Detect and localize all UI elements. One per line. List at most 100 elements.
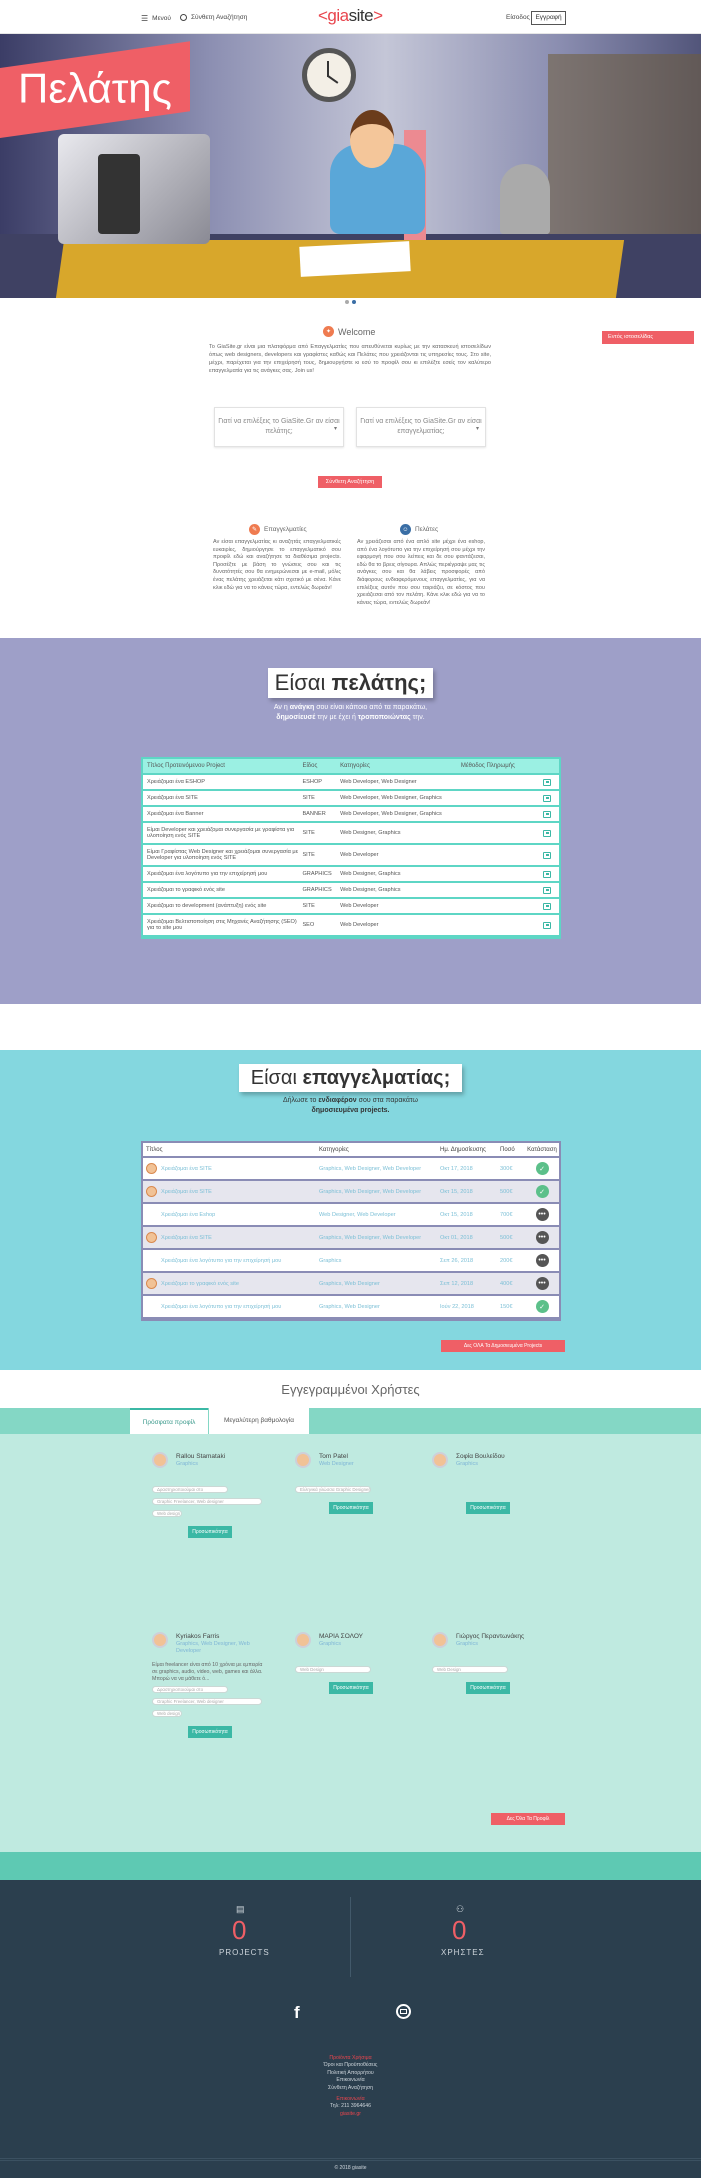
project-title[interactable]: Είμαι Developer και χρειάζομαι συνεργασί… — [143, 827, 302, 839]
project-title[interactable]: Χρειάζομαι ένα Banner — [143, 811, 302, 817]
project-title[interactable]: Είμαι Γραφίστας Web Designer και χρειάζο… — [143, 849, 302, 861]
view-profile-button[interactable]: Προσωπικότητα — [329, 1502, 373, 1514]
table-row[interactable]: Χρειάζομαι ένα SITE Graphics, Web Designe… — [143, 1227, 559, 1250]
tab-top-rated[interactable]: Μεγαλύτερη βαθμολογία — [209, 1408, 309, 1434]
footer-email[interactable]: giasite.gr — [0, 2111, 701, 2118]
status-cell: ✓ — [525, 1162, 559, 1175]
table-row[interactable]: Χρειάζομαι ένα SITE Graphics, Web Designe… — [143, 1181, 559, 1204]
project-categories: Web Designer, Graphics — [340, 887, 401, 893]
carousel-dot[interactable] — [345, 300, 349, 304]
why-client-dropdown[interactable]: Γιατί να επιλέξεις το GiaSite.Gr αν είσα… — [214, 407, 344, 447]
table-row[interactable]: Χρειάζομαι το γραφικό ενός site Graphics,… — [143, 1273, 559, 1296]
project-title[interactable]: Χρειάζομαι ένα SITE — [143, 795, 302, 801]
project-title[interactable]: Χρειάζομαι Βελτιστοποίηση στις Μηχανές Α… — [143, 919, 302, 931]
payment-icon[interactable] — [542, 921, 551, 929]
project-title[interactable]: Χρειάζομαι ένα SITE — [161, 1235, 212, 1241]
menu-button[interactable]: ☰ Μενού — [141, 14, 171, 23]
user-avatar[interactable] — [432, 1452, 448, 1468]
user-avatar[interactable] — [152, 1632, 168, 1648]
owner-avatar — [146, 1232, 157, 1243]
user-name[interactable]: Γιώργος Περαντωνάκης — [456, 1633, 524, 1640]
project-title[interactable]: Χρειάζομαι το γραφικό ενός site — [161, 1281, 239, 1287]
table-row[interactable]: Χρειάζομαι ένα λογότυπο για την επιχείρη… — [143, 1250, 559, 1273]
project-title[interactable]: Χρειάζομαι ένα Eshop — [161, 1212, 215, 1218]
table-row[interactable]: Είμαι Developer και χρειάζομαι συνεργασί… — [143, 823, 559, 845]
tab-recent-profiles[interactable]: Πρόσφατα προφίλ — [130, 1408, 208, 1434]
site-logo[interactable]: <giasite> — [318, 6, 383, 26]
project-title[interactable]: Χρειάζομαι ένα SITE — [161, 1166, 212, 1172]
project-title[interactable]: Χρειάζομαι ένα SITE — [161, 1189, 212, 1195]
user-bio: Είμαι freelancer είναι από 10 χρόνια με … — [152, 1662, 263, 1682]
payment-icon[interactable] — [542, 810, 551, 818]
footer-link-contact[interactable]: Επικοινωνία — [0, 2077, 701, 2084]
view-profile-button[interactable]: Προσωπικότητα — [188, 1726, 232, 1738]
table-row[interactable]: Χρειάζομαι ένα Banner BANNER Web Developer… — [143, 807, 559, 823]
table-row[interactable]: Χρειάζομαι ένα SITE Graphics, Web Designe… — [143, 1158, 559, 1181]
why-pro-dropdown[interactable]: Γιατί να επιλέξεις το GiaSite.Gr αν είσα… — [356, 407, 486, 447]
project-title[interactable]: Χρειάζομαι ένα ESHOP — [143, 779, 302, 785]
payment-icon[interactable] — [542, 794, 551, 802]
table-row[interactable]: Χρειάζομαι ένα SITE SITE Web Developer, We… — [143, 791, 559, 807]
table-row[interactable]: Χρειάζομαι ένα ESHOP ESHOP Web Developer, … — [143, 775, 559, 791]
payment-icon[interactable] — [542, 902, 551, 910]
user-name[interactable]: Rallou Stamataki — [176, 1453, 225, 1460]
table-row[interactable]: Χρειάζομαι Βελτιστοποίηση στις Μηχανές Α… — [143, 915, 559, 937]
table-row[interactable]: Χρειάζομαι το development (ανάπτυξη) ενό… — [143, 899, 559, 915]
project-categories: Graphics, Web Designer — [319, 1303, 380, 1310]
payment-icon[interactable] — [542, 829, 551, 837]
payment-cell — [461, 851, 559, 859]
user-name[interactable]: Tom Patel — [319, 1453, 348, 1460]
view-profile-button[interactable]: Προσωπικότητα — [188, 1526, 232, 1538]
advanced-search-button[interactable]: Σύνθετη Αναζήτηση — [318, 476, 382, 488]
footer-link-privacy[interactable]: Πολιτική Απορρήτου — [0, 2070, 701, 2077]
project-date: Οκτ 15, 2018 — [440, 1188, 473, 1195]
project-title[interactable]: Χρειάζομαι ένα λογότυπο για την επιχείρη… — [143, 871, 302, 877]
status-cell: ••• — [525, 1277, 559, 1290]
all-users-button[interactable]: Δες Όλα Τα Προφίλ — [491, 1813, 565, 1825]
user-avatar[interactable] — [152, 1452, 168, 1468]
logo-part-bracket: > — [373, 6, 383, 25]
column-header-categories: Κατηγορίες — [319, 1146, 349, 1153]
project-title[interactable]: Χρειάζομαι ένα λογότυπο για την επιχείρη… — [161, 1258, 281, 1264]
advanced-search-link[interactable]: Σύνθετη Αναζήτηση — [180, 14, 247, 21]
client-title-pre: Είσαι — [274, 670, 332, 695]
facebook-icon[interactable]: f — [294, 2003, 300, 2023]
project-title[interactable]: Χρειάζομαι ένα λογότυπο για την επιχείρη… — [161, 1304, 281, 1310]
user-name[interactable]: Kyriakos Farris — [176, 1633, 219, 1640]
footer-link-search[interactable]: Σύνθετη Αναζήτηση — [0, 2085, 701, 2092]
view-profile-button[interactable]: Προσωπικότητα — [329, 1682, 373, 1694]
table-row[interactable]: Χρειάζομαι ένα λογότυπο για την επιχείρη… — [143, 867, 559, 883]
table-row[interactable]: Χρειάζομαι ένα Eshop Web Designer, Web De… — [143, 1204, 559, 1227]
menu-label: Μενού — [152, 15, 171, 22]
all-projects-button[interactable]: Δες ΟΛΑ Τα Δημοσιευμένα Projects — [441, 1340, 565, 1352]
stats-divider — [350, 1897, 351, 1977]
clients-column-title: Πελάτες — [415, 526, 439, 533]
payment-icon[interactable] — [542, 870, 551, 878]
project-title[interactable]: Χρειάζομαι το γραφικό ενός site — [143, 887, 302, 893]
carousel-dot-active[interactable] — [352, 300, 356, 304]
payment-icon[interactable] — [542, 886, 551, 894]
login-link[interactable]: Είσοδος — [506, 14, 530, 21]
user-name[interactable]: Σοφία Βουλείδου — [456, 1453, 505, 1460]
clients-column-heading: ☺ Πελάτες — [400, 524, 438, 535]
view-profile-button[interactable]: Προσωπικότητα — [466, 1502, 510, 1514]
payment-icon[interactable] — [542, 778, 551, 786]
user-name[interactable]: ΜΑΡΙΑ ΣΟΛΟΥ — [319, 1633, 363, 1640]
aside-red-button[interactable]: Εντός ιστοσελίδας — [602, 331, 694, 344]
register-button[interactable]: Εγγραφή — [531, 11, 566, 25]
payment-icon[interactable] — [542, 851, 551, 859]
view-profile-button[interactable]: Προσωπικότητα — [466, 1682, 510, 1694]
client-sub-text: Αν η — [273, 704, 290, 711]
table-row[interactable]: Χρειάζομαι το γραφικό ενός site GRAPHICS W… — [143, 883, 559, 899]
user-avatar[interactable] — [295, 1452, 311, 1468]
user-avatar[interactable] — [295, 1632, 311, 1648]
email-icon[interactable] — [396, 2004, 411, 2019]
table-row[interactable]: Είμαι Γραφίστας Web Designer και χρειάζο… — [143, 845, 559, 867]
footer-link-terms[interactable]: Όροι και Προϋποθέσεις — [0, 2062, 701, 2069]
table-row[interactable]: Χρειάζομαι ένα λογότυπο για την επιχείρη… — [143, 1296, 559, 1319]
top-navigation-bar: ☰ Μενού Σύνθετη Αναζήτηση <giasite> Είσο… — [0, 0, 701, 34]
user-role: Graphics — [456, 1641, 479, 1647]
column-header-date: Ημ. Δημοσίευσης — [440, 1146, 486, 1153]
user-avatar[interactable] — [432, 1632, 448, 1648]
project-title[interactable]: Χρειάζομαι το development (ανάπτυξη) ενό… — [143, 903, 302, 909]
